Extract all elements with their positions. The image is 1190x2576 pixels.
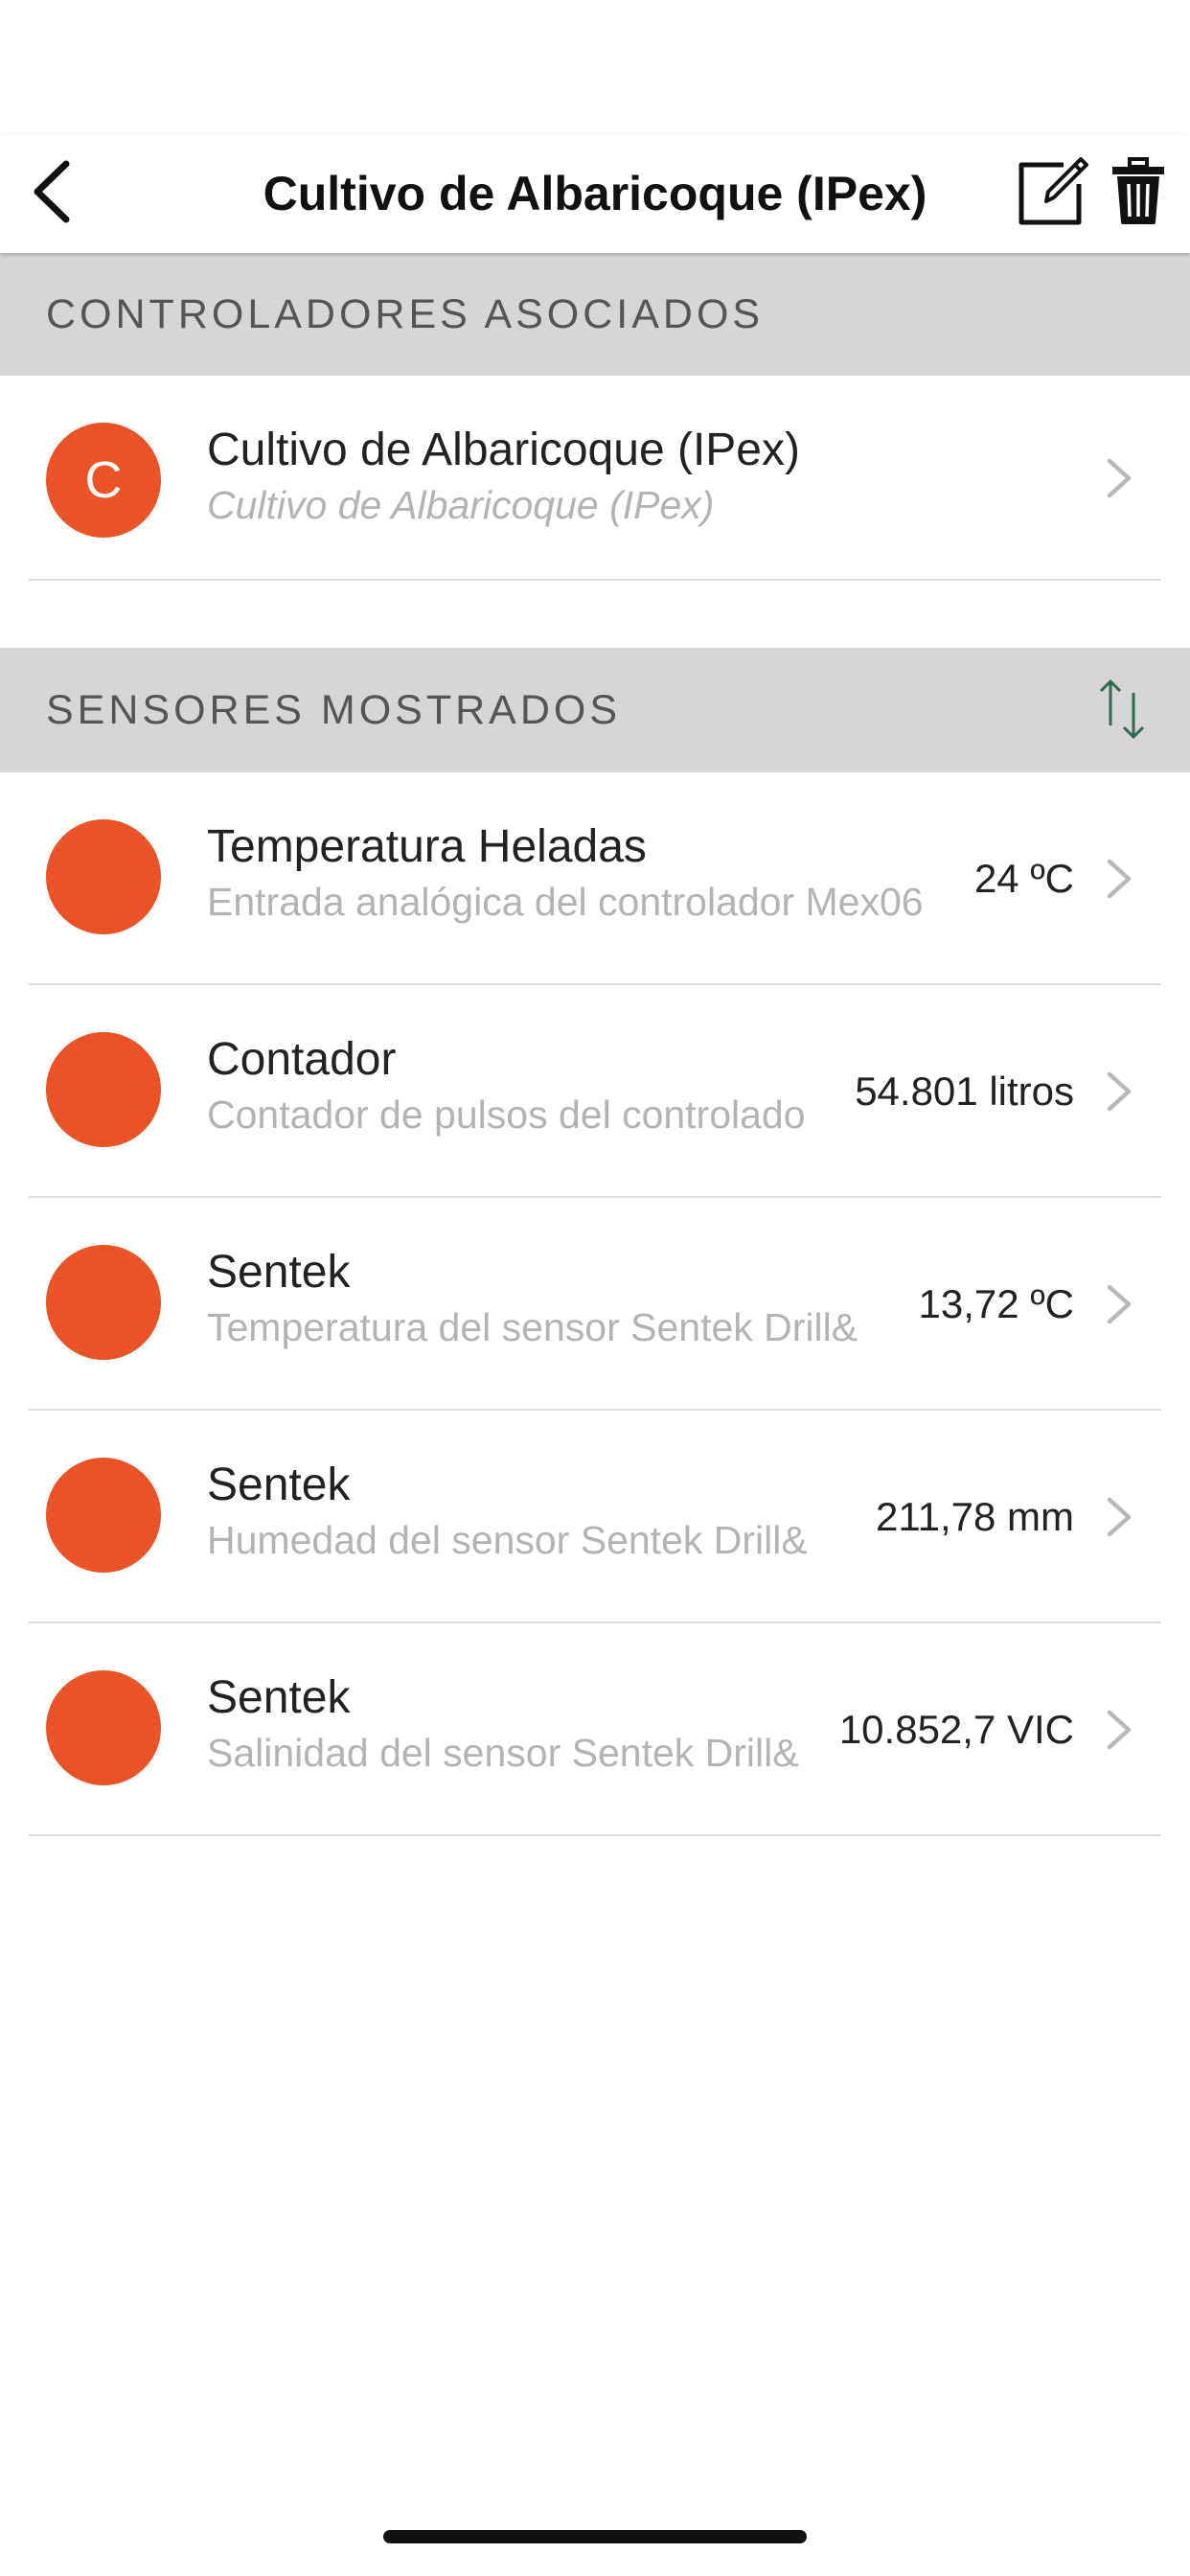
sort-button[interactable] bbox=[1088, 677, 1156, 746]
sensor-value: 211,78 mm bbox=[876, 1494, 1074, 1539]
sort-arrows-icon bbox=[1097, 678, 1147, 746]
sensor-title: Temperatura Heladas bbox=[207, 821, 647, 872]
controllers-section-header: CONTROLADORES ASOCIADOS bbox=[0, 253, 1190, 376]
divider bbox=[29, 579, 1161, 581]
chevron-right-icon bbox=[1100, 455, 1138, 501]
sensor-status-dot bbox=[46, 819, 161, 934]
sensor-list-item[interactable]: Sentek Temperatura del sensor Sentek Dri… bbox=[0, 1198, 1190, 1411]
sensor-title: Sentek bbox=[207, 1247, 351, 1298]
sensor-title: Sentek bbox=[207, 1460, 351, 1510]
sensor-status-dot bbox=[46, 1458, 161, 1573]
chevron-left-icon bbox=[30, 160, 72, 228]
sensor-value: 13,72 ºC bbox=[918, 1281, 1074, 1326]
sensors-section-header: SENSORES MOSTRADOS bbox=[0, 648, 1190, 772]
controller-avatar: C bbox=[46, 423, 161, 538]
sensor-status-dot bbox=[46, 1032, 161, 1147]
edit-button[interactable] bbox=[1014, 155, 1090, 232]
controller-subtitle: Cultivo de Albaricoque (IPex) bbox=[207, 483, 715, 527]
edit-icon bbox=[1016, 155, 1088, 233]
sensor-value: 54.801 litros bbox=[855, 1069, 1074, 1114]
sensors-section-title: SENSORES MOSTRADOS bbox=[46, 686, 622, 733]
back-button[interactable] bbox=[17, 153, 84, 234]
chevron-right-icon bbox=[1100, 1281, 1138, 1327]
sensor-value: 10.852,7 VIC bbox=[838, 1707, 1074, 1752]
divider bbox=[29, 1834, 1161, 1836]
page-title: Cultivo de Albaricoque (IPex) bbox=[263, 167, 927, 220]
chevron-right-icon bbox=[1100, 1494, 1138, 1540]
sensor-title: Contador bbox=[207, 1034, 397, 1085]
sensor-subtitle: Salinidad del sensor Sentek Drill& bbox=[207, 1731, 799, 1775]
chevron-right-icon bbox=[1100, 1069, 1138, 1115]
delete-button[interactable] bbox=[1102, 153, 1175, 234]
controller-list-item[interactable]: C Cultivo de Albaricoque (IPex) Cultivo … bbox=[0, 376, 1190, 581]
sensor-list-item[interactable]: Sentek Humedad del sensor Sentek Drill& … bbox=[0, 1411, 1190, 1623]
sensor-list-item[interactable]: Temperatura Heladas Entrada analógica de… bbox=[0, 772, 1190, 985]
status-bar bbox=[0, 0, 1190, 134]
sensor-subtitle: Humedad del sensor Sentek Drill& bbox=[207, 1518, 808, 1562]
sensor-subtitle: Entrada analógica del controlador Mex06 bbox=[207, 880, 924, 924]
chevron-right-icon bbox=[1100, 856, 1138, 902]
sensor-title: Sentek bbox=[207, 1672, 351, 1723]
home-indicator[interactable] bbox=[383, 2530, 807, 2543]
sensor-status-dot bbox=[46, 1245, 161, 1360]
navigation-bar: Cultivo de Albaricoque (IPex) bbox=[0, 134, 1190, 253]
trash-icon bbox=[1110, 156, 1166, 231]
sensor-list-item[interactable]: Sentek Salinidad del sensor Sentek Drill… bbox=[0, 1623, 1190, 1836]
sensor-list-item[interactable]: Contador Contador de pulsos del controla… bbox=[0, 985, 1190, 1198]
chevron-right-icon bbox=[1100, 1707, 1138, 1753]
sensor-subtitle: Temperatura del sensor Sentek Drill& bbox=[207, 1305, 858, 1349]
sensor-status-dot bbox=[46, 1670, 161, 1785]
sensor-value: 24 ºC bbox=[973, 856, 1074, 901]
sensor-subtitle: Contador de pulsos del controlador bbox=[207, 1092, 807, 1137]
controller-title: Cultivo de Albaricoque (IPex) bbox=[207, 425, 800, 475]
controllers-section-title: CONTROLADORES ASOCIADOS bbox=[46, 290, 765, 337]
